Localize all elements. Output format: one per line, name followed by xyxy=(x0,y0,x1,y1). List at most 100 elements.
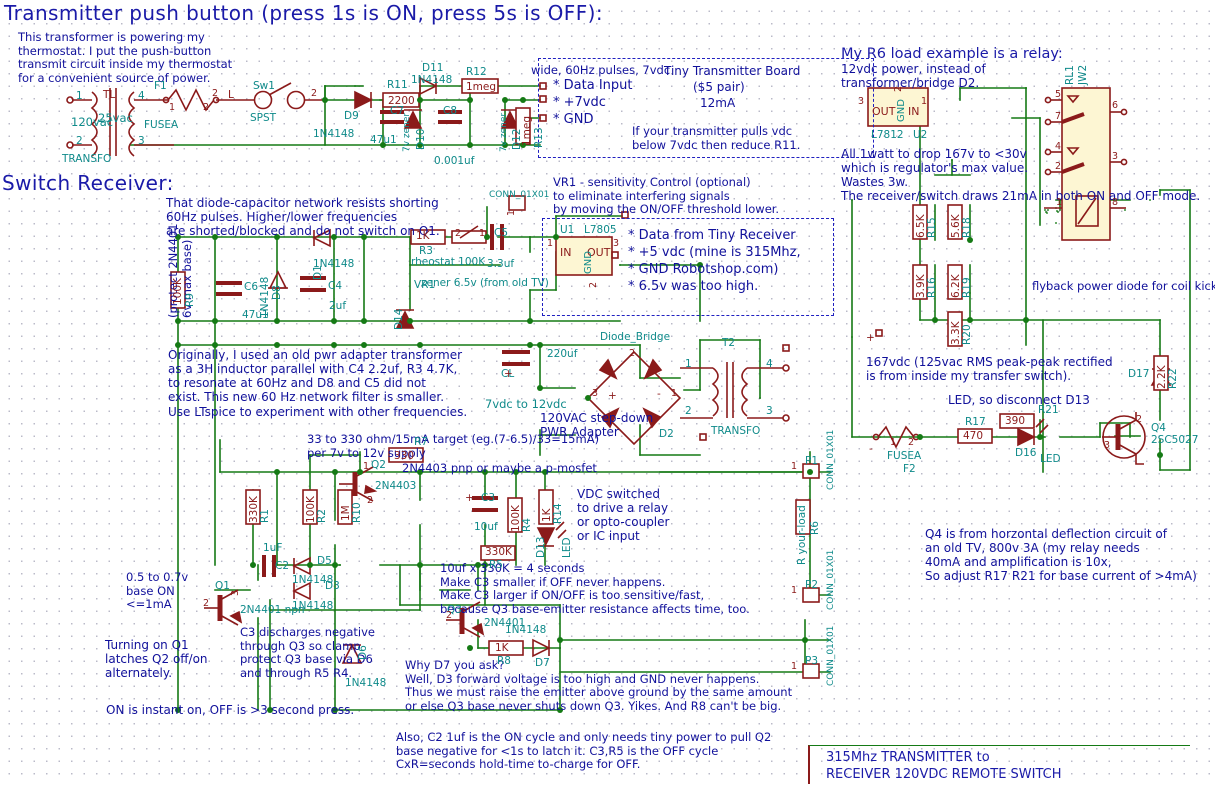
r4-ref: R4 xyxy=(521,518,533,532)
rl1-pin-1: 1 xyxy=(1056,197,1063,208)
switch-pin-out: 2 xyxy=(311,88,318,99)
transformer-ref: TL xyxy=(103,89,116,101)
d7-value: 1N4148 xyxy=(505,624,547,636)
p2-pin: 1 xyxy=(791,585,798,596)
note-on-instant: ON is instant on, OFF is >3 second press… xyxy=(106,703,355,717)
q4-pin-2: 2 xyxy=(1136,414,1143,425)
c3-value: 10uf xyxy=(474,521,498,533)
r2-ref: R2 xyxy=(316,509,328,523)
d16-ref: D16 xyxy=(1015,447,1037,459)
title-block-line2: RECEIVER 120VDC REMOTE SWITCH xyxy=(826,767,1062,782)
rl1-pin-3: 3 xyxy=(1112,151,1119,162)
c5-ref: C5 xyxy=(494,227,509,239)
r11-ref: R11 xyxy=(387,79,408,91)
q1-pin-3: 3 xyxy=(230,589,241,596)
u2-pin-in: IN xyxy=(908,105,920,118)
pin-label-3: 3 xyxy=(138,135,145,147)
d10-value: 7v zener xyxy=(402,112,412,152)
switch-pin-in: 2 xyxy=(212,88,219,99)
note-vr1: VR1 - sensitivity Control (optional) to … xyxy=(553,175,780,217)
r19-value: 6.2K xyxy=(950,274,962,298)
note-167vdc: 167vdc (125vac RMS peak-peak rectified i… xyxy=(866,355,1113,384)
r1-ref: R1 xyxy=(259,509,271,523)
rx-pin-5vdc: * +5 vdc (mine is 315Mhz, xyxy=(628,245,801,260)
r17-ref: R17 xyxy=(965,416,986,428)
r16-value: 3.9K xyxy=(915,274,927,298)
u2-pin-out: OUT xyxy=(872,105,896,118)
q4-pin-3: 3 xyxy=(1104,440,1111,451)
d14-ref: D14 xyxy=(393,308,405,330)
u2-ref: U2 xyxy=(913,129,928,141)
rx-pin-data: * Data from Tiny Receiver xyxy=(628,228,796,243)
bridge-name: Diode_Bridge xyxy=(600,331,671,343)
r16-ref: R16 xyxy=(926,277,938,298)
q2-value: 2N4403 xyxy=(375,480,417,492)
r14-ref: R14 xyxy=(552,503,564,524)
p3-ref: CONN_01X01 xyxy=(826,625,836,686)
r10-value: 1M xyxy=(340,505,352,521)
f2-value: FUSEA xyxy=(887,450,922,462)
r18-ref: R18 xyxy=(961,217,973,238)
plus-terminal: + xyxy=(866,332,875,344)
r8-value: 1K xyxy=(495,642,509,654)
r5-value: 330K xyxy=(485,546,512,558)
note-diode-cap: That diode-capacitor network resists sho… xyxy=(166,196,440,239)
r19-ref: R19 xyxy=(961,277,973,298)
pin-label-1: 1 xyxy=(76,90,83,102)
d14-value: zener 6.5v (from old TV) xyxy=(421,277,549,289)
p1-name: P1 xyxy=(805,455,819,467)
d3-ref: D3 xyxy=(325,580,340,592)
note-pwr-adapter: 120VAC step-down PWR Adapter xyxy=(540,411,654,440)
t2-pin-2: 2 xyxy=(685,405,692,417)
note-c2: Also, C2 1uf is the ON cycle and only ne… xyxy=(396,730,772,772)
c2-value: 1uF xyxy=(263,542,283,554)
r13-ref: R13 xyxy=(533,127,545,148)
c8-ref: C8 xyxy=(443,105,458,117)
transformer-secondary-voltage: 25vac xyxy=(98,111,133,125)
c2-ref: C2 xyxy=(275,560,290,572)
u1-value: L7805 xyxy=(584,224,617,236)
r22-ref: R22 xyxy=(1167,368,1179,389)
note-regulator: All 1watt to drop 167v to <30v which is … xyxy=(841,147,1201,204)
fuse-value: FUSEA xyxy=(144,119,179,131)
r3-value: 1K xyxy=(416,230,430,242)
q4-value: 2SC5027 xyxy=(1151,434,1199,446)
d9-value: 1N4148 xyxy=(313,128,355,140)
p1-pin: 1 xyxy=(791,461,798,472)
d12-value: 7v zener xyxy=(499,112,509,152)
rl1-pin-2: 2 xyxy=(1055,161,1062,172)
pin-label-2: 2 xyxy=(76,135,83,147)
note-thermostat: This transformer is powering my thermost… xyxy=(18,30,233,85)
switch-value: SPST xyxy=(250,112,277,124)
rx-pin-gnd: * GND Robotshop.com) xyxy=(628,262,779,277)
r17-value: 470 xyxy=(963,430,984,442)
r8-ref: R8 xyxy=(497,655,511,667)
rl1-pin-7: 7 xyxy=(1055,111,1062,122)
q2-ref: Q2 xyxy=(371,459,386,471)
note-c3: C3 discharges negative through Q3 so cla… xyxy=(240,625,375,680)
r12-value: 1meg xyxy=(466,81,497,93)
d11-value: 1N4148 xyxy=(411,74,453,86)
c6-ref: C6 xyxy=(244,281,259,293)
heading-receiver: Switch Receiver: xyxy=(2,171,174,195)
r13-value: 1meg xyxy=(521,115,533,146)
d10-ref: D10 xyxy=(415,128,427,150)
d11-ref: D11 xyxy=(422,62,444,74)
u1-pinnum-3: 3 xyxy=(613,238,620,249)
r18-value: 5.6K xyxy=(950,214,962,238)
r12-ref: R12 xyxy=(466,66,487,78)
switch-ref: Sw1 xyxy=(253,80,275,92)
note-led-disconnect: LED, so disconnect D13 xyxy=(948,393,1090,407)
p3-pin: 1 xyxy=(791,661,798,672)
pin-label-4: 4 xyxy=(138,90,145,102)
c3-polarity: + xyxy=(465,492,474,504)
f2-ref: F2 xyxy=(903,463,916,475)
u1-pinnum-1: 1 xyxy=(547,238,554,249)
q4-ref: Q4 xyxy=(1151,422,1166,434)
r10-ref: R10 xyxy=(351,502,363,523)
fuse-ref: F1 xyxy=(154,80,167,92)
q3-pin-2: 2 xyxy=(446,610,453,621)
heading-relay-example: My R6 load example is a relay: xyxy=(841,46,1063,62)
d7-ref: D7 xyxy=(535,657,550,669)
rl1-pin-8: 8 xyxy=(1112,197,1119,208)
